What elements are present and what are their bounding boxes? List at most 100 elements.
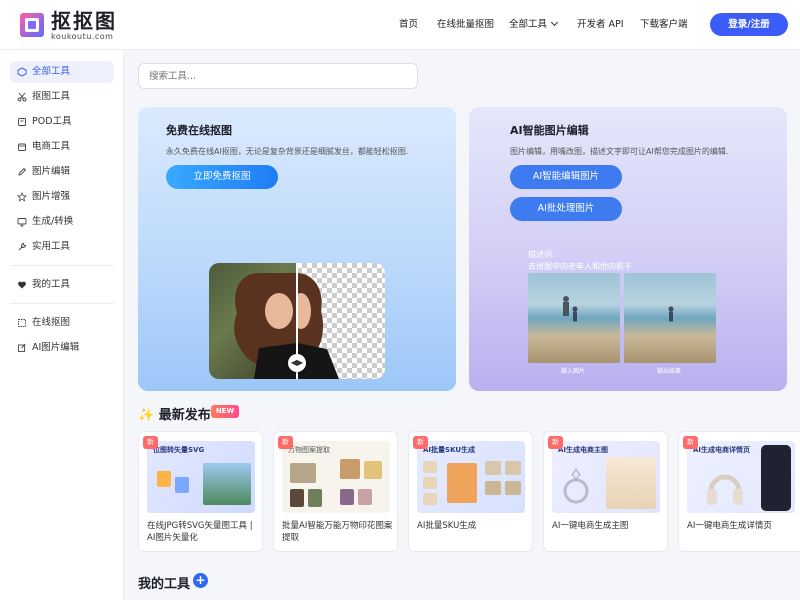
shirt-icon [18, 118, 26, 126]
sidebar-item-ecommerce-tools[interactable]: 电商工具 [10, 136, 114, 158]
new-tag: 新 [413, 436, 428, 449]
cutout-icon [18, 319, 26, 327]
product-image [423, 493, 437, 505]
input-image [528, 273, 620, 363]
edit-icon [18, 343, 26, 352]
output-image-label: 输出结果 [657, 368, 682, 375]
sidebar-item-label: 图片增强 [32, 191, 71, 202]
new-tag: 新 [548, 436, 563, 449]
tool-card-pattern-extract[interactable]: 万物图案提取 新 批量AI智能万能万物印花图案提取 [273, 431, 398, 552]
logo-subtext: koukoutu.com [51, 32, 114, 41]
hero-card-free-cutout[interactable]: 免费在线抠图 永久免费在线AI抠图，无论是复杂背景还是细腻发丝，都能轻松抠图. … [138, 107, 456, 391]
tool-card-detail-page[interactable]: AI生成电商详情页 新 AI一键电商生成详情页 [678, 431, 800, 552]
latest-section-title: ✨ 最新发布 [138, 404, 211, 423]
tool-name: AI批量SKU生成 [417, 521, 477, 531]
product-image [485, 481, 501, 495]
tool-thumbnail: 万物图案提取 [282, 441, 390, 513]
tool-thumbnail: 位图转矢量SVG [147, 441, 255, 513]
compare-slider-handle-icon[interactable]: ◀▶ [288, 354, 306, 372]
cutout-subject-icon [291, 273, 339, 379]
sidebar-link-online-cutout[interactable]: 在线抠图 [10, 312, 114, 334]
new-tag: 新 [278, 436, 293, 449]
pattern-image [364, 461, 382, 479]
pattern-image [340, 489, 354, 505]
logo-text: 抠抠图 [51, 9, 117, 33]
pattern-image [290, 489, 304, 507]
hero-title: 免费在线抠图 [166, 124, 232, 137]
tool-thumbnail: AI生成电商主图 [552, 441, 660, 513]
new-tag: 新 [683, 436, 698, 449]
hero-card-ai-edit[interactable]: AI智能图片编辑 图片编辑，用嘴改图，描述文字即可让AI帮您完成图片的编辑. A… [469, 107, 787, 391]
sidebar-item-label: 全部工具 [32, 66, 71, 77]
headphones-icon [707, 474, 743, 505]
sidebar-item-label: AI图片编辑 [32, 342, 80, 353]
product-image [423, 461, 437, 473]
tool-search-input[interactable] [138, 63, 418, 89]
sidebar-item-utility-tools[interactable]: 实用工具 [10, 236, 114, 258]
sidebar-divider [10, 265, 114, 266]
new-badge: NEW [211, 405, 239, 418]
sidebar-item-label: 在线抠图 [32, 317, 71, 328]
tool-card-main-image[interactable]: AI生成电商主图 新 AI一键电商生成主图 [543, 431, 668, 552]
sidebar-item-image-edit[interactable]: 图片编辑 [10, 161, 114, 183]
thumbnail-title: AI生成电商详情页 [693, 446, 751, 454]
ai-batch-button[interactable]: AI批处理图片 [510, 197, 622, 221]
sidebar-item-label: 抠图工具 [32, 91, 71, 102]
tool-name: AI一键电商生成详情页 [687, 521, 772, 531]
original-photo [209, 263, 297, 379]
sidebar-item-image-enhance[interactable]: 图片增强 [10, 186, 114, 208]
nav-download-client[interactable]: 下载客户端 [640, 0, 688, 50]
input-image-label: 输入图片 [561, 368, 586, 375]
beach-child-icon [668, 306, 674, 322]
tool-card-sku-generate[interactable]: AI批量SKU生成 新 AI批量SKU生成 [408, 431, 533, 552]
latest-title-text: 最新发布 [158, 408, 211, 423]
heart-icon [18, 281, 26, 289]
free-cutout-button[interactable]: 立即免费抠图 [166, 165, 278, 189]
new-tag: 新 [143, 436, 158, 449]
tool-thumbnail: AI批量SKU生成 [417, 441, 525, 513]
pattern-image [358, 489, 372, 505]
tool-thumbnail: AI生成电商详情页 [687, 441, 795, 513]
thumbnail-title: 位图转矢量SVG [153, 446, 205, 454]
nav-home[interactable]: 首页 [399, 0, 418, 50]
tool-name: AI一键电商生成主图 [552, 521, 629, 531]
product-image [485, 461, 501, 475]
sidebar-item-cutout-tools[interactable]: 抠图工具 [10, 86, 114, 108]
beach-people-icon [563, 296, 578, 322]
pattern-image [308, 489, 322, 507]
sidebar-item-my-tools[interactable]: 我的工具 [10, 274, 114, 296]
product-image [606, 457, 656, 509]
tool-name: 批量AI智能万能万物印花图案提取 [282, 521, 393, 543]
output-image [624, 273, 716, 363]
sidebar-link-ai-image-edit[interactable]: AI图片编辑 [10, 337, 114, 359]
sidebar-item-label: POD工具 [32, 116, 72, 127]
login-button[interactable]: 登录/注册 [710, 13, 788, 36]
sidebar-item-label: 电商工具 [32, 141, 71, 152]
file-icon [157, 471, 171, 487]
sidebar-item-all-tools[interactable]: 全部工具 [10, 61, 114, 83]
pen-icon [18, 167, 27, 176]
sidebar-item-generate-convert[interactable]: 生成/转换 [10, 211, 114, 233]
product-image [505, 461, 521, 475]
thumbnail-title: AI生成电商主图 [558, 446, 609, 454]
nav-all-tools[interactable]: 全部工具 [509, 0, 559, 50]
ai-edit-button[interactable]: AI智能编辑图片 [510, 165, 622, 189]
add-tool-button[interactable]: + [193, 573, 208, 588]
product-image [505, 481, 521, 495]
woman-portrait-icon [234, 273, 297, 379]
sidebar-item-label: 生成/转换 [32, 216, 74, 227]
pattern-image [340, 459, 360, 479]
transparent-background [291, 263, 385, 379]
sidebar-item-label: 我的工具 [32, 279, 71, 290]
ring-icon [563, 468, 589, 504]
logo[interactable]: 抠抠图 koukoutu.com [19, 10, 119, 42]
tool-card-svg-vectorize[interactable]: 位图转矢量SVG 新 在线JPG转SVG矢量图工具 | AI图片矢量化 [138, 431, 263, 552]
nav-developer-api[interactable]: 开发者 API [577, 0, 624, 50]
nav-batch-cutout[interactable]: 在线批量抠图 [437, 0, 494, 50]
hero-title: AI智能图片编辑 [510, 124, 589, 137]
product-image [447, 463, 477, 503]
scissors-icon [17, 92, 27, 102]
top-header: 抠抠图 koukoutu.com 首页 在线批量抠图 全部工具 开发者 API … [0, 0, 800, 50]
sidebar-item-pod-tools[interactable]: POD工具 [10, 111, 114, 133]
prompt-text: 去掉图中的老年人和他的影子 [528, 262, 632, 271]
